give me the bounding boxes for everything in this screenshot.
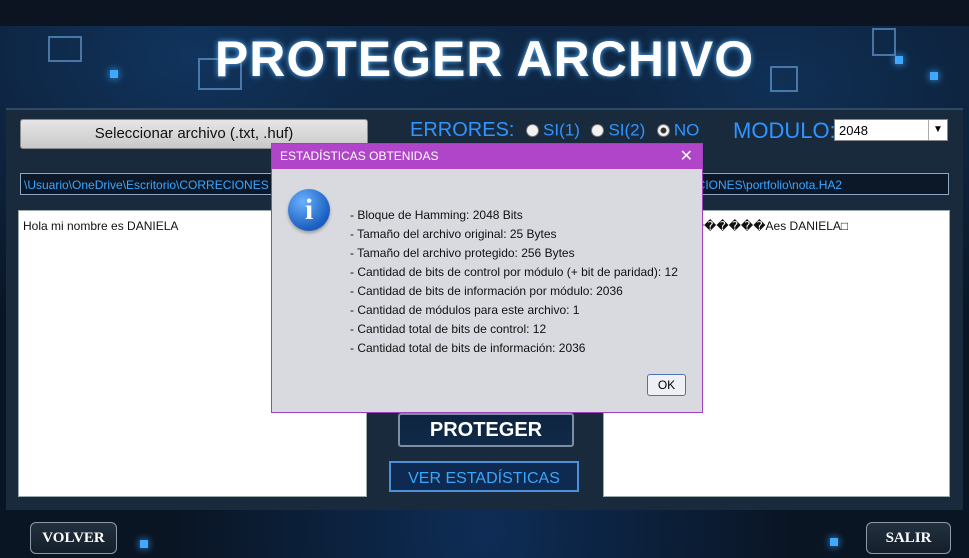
stats-line: - Cantidad total de bits de control: 12 xyxy=(350,322,547,336)
close-icon[interactable]: ✕ xyxy=(680,144,693,169)
stats-dialog: ESTADÍSTICAS OBTENIDAS ✕ i - Bloque de H… xyxy=(271,143,703,413)
dialog-title-text: ESTADÍSTICAS OBTENIDAS xyxy=(280,149,439,163)
stats-line: - Tamaño del archivo original: 25 Bytes xyxy=(350,227,557,241)
proteger-button[interactable]: PROTEGER xyxy=(398,413,574,447)
dialog-title: ESTADÍSTICAS OBTENIDAS xyxy=(272,144,702,169)
radio-si2[interactable] xyxy=(591,124,605,138)
modulo-label: MODULO: xyxy=(733,118,836,143)
radio-si2-label[interactable]: SI(2) xyxy=(608,121,645,140)
info-icon: i xyxy=(288,189,330,231)
stats-line: - Cantidad total de bits de información:… xyxy=(350,341,586,355)
radio-no-label[interactable]: NO xyxy=(674,121,700,140)
radio-si1[interactable] xyxy=(526,124,540,138)
errores-group: ERRORES: SI(1) SI(2) NO xyxy=(410,119,699,142)
salir-button[interactable]: SALIR xyxy=(866,522,951,554)
decor-dot xyxy=(830,538,838,546)
stats-list: - Bloque de Hamming: 2048 Bits - Tamaño … xyxy=(350,206,678,358)
stats-line: - Cantidad de bits de control por módulo… xyxy=(350,265,678,279)
radio-si1-label[interactable]: SI(1) xyxy=(543,121,580,140)
stats-line: - Tamaño del archivo protegido: 256 Byte… xyxy=(350,246,575,260)
radio-no[interactable] xyxy=(656,124,670,138)
top-bar xyxy=(0,0,969,26)
ver-estadisticas-button[interactable]: VER ESTADÍSTICAS xyxy=(389,461,579,492)
modulo-value: 2048 xyxy=(839,123,868,138)
volver-button[interactable]: VOLVER xyxy=(30,522,117,554)
chevron-down-icon[interactable]: ▼ xyxy=(928,120,947,140)
ok-button[interactable]: OK xyxy=(647,374,686,396)
decor-dot xyxy=(140,540,148,548)
page-title: PROTEGER ARCHIVO xyxy=(214,31,755,87)
stats-line: - Cantidad de bits de información por mó… xyxy=(350,284,623,298)
stats-line: - Cantidad de módulos para este archivo:… xyxy=(350,303,580,317)
stats-line: - Bloque de Hamming: 2048 Bits xyxy=(350,208,523,222)
errores-label: ERRORES: xyxy=(410,119,515,141)
modulo-select[interactable]: 2048 ▼ xyxy=(834,119,948,141)
